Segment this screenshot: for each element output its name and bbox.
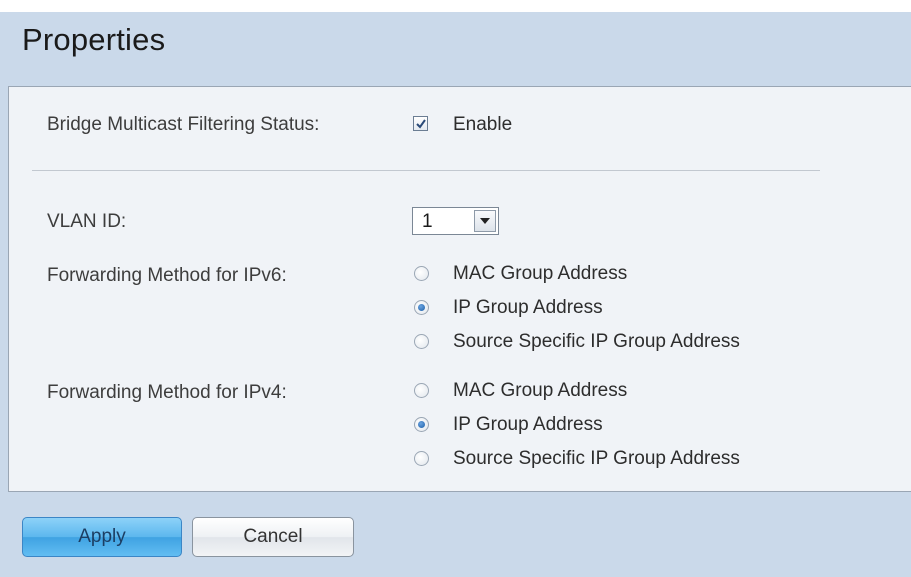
ipv4-source-specific-radio[interactable] bbox=[414, 451, 429, 466]
ipv4-forwarding-label: Forwarding Method for IPv4: bbox=[47, 382, 287, 403]
section-divider bbox=[32, 170, 820, 171]
cancel-button[interactable]: Cancel bbox=[192, 517, 354, 557]
ipv4-ip-group-label: IP Group Address bbox=[453, 414, 603, 435]
vlan-id-dropdown-button[interactable] bbox=[474, 210, 496, 232]
chevron-down-icon bbox=[480, 218, 490, 224]
ipv4-mac-group-radio[interactable] bbox=[414, 383, 429, 398]
bridge-multicast-label: Bridge Multicast Filtering Status: bbox=[47, 114, 320, 135]
bridge-multicast-enable-label: Enable bbox=[453, 114, 513, 135]
ipv6-source-specific-label: Source Specific IP Group Address bbox=[453, 331, 740, 352]
ipv6-mac-group-radio[interactable] bbox=[414, 266, 429, 281]
vlan-id-select[interactable]: 1 bbox=[412, 207, 499, 235]
apply-button[interactable]: Apply bbox=[22, 517, 182, 557]
ipv4-mac-group-label: MAC Group Address bbox=[453, 380, 628, 401]
ipv6-ip-group-radio[interactable] bbox=[414, 300, 429, 315]
ipv6-forwarding-label: Forwarding Method for IPv6: bbox=[47, 265, 287, 286]
ipv6-ip-group-label: IP Group Address bbox=[453, 297, 603, 318]
ipv4-source-specific-label: Source Specific IP Group Address bbox=[453, 448, 740, 469]
bridge-multicast-checkbox[interactable] bbox=[413, 116, 428, 131]
vlan-id-label: VLAN ID: bbox=[47, 211, 127, 232]
page-title: Properties bbox=[22, 22, 166, 57]
vlan-id-value: 1 bbox=[422, 211, 433, 232]
check-icon bbox=[416, 119, 426, 129]
ipv4-ip-group-radio[interactable] bbox=[414, 417, 429, 432]
ipv6-mac-group-label: MAC Group Address bbox=[453, 263, 628, 284]
ipv6-source-specific-radio[interactable] bbox=[414, 334, 429, 349]
